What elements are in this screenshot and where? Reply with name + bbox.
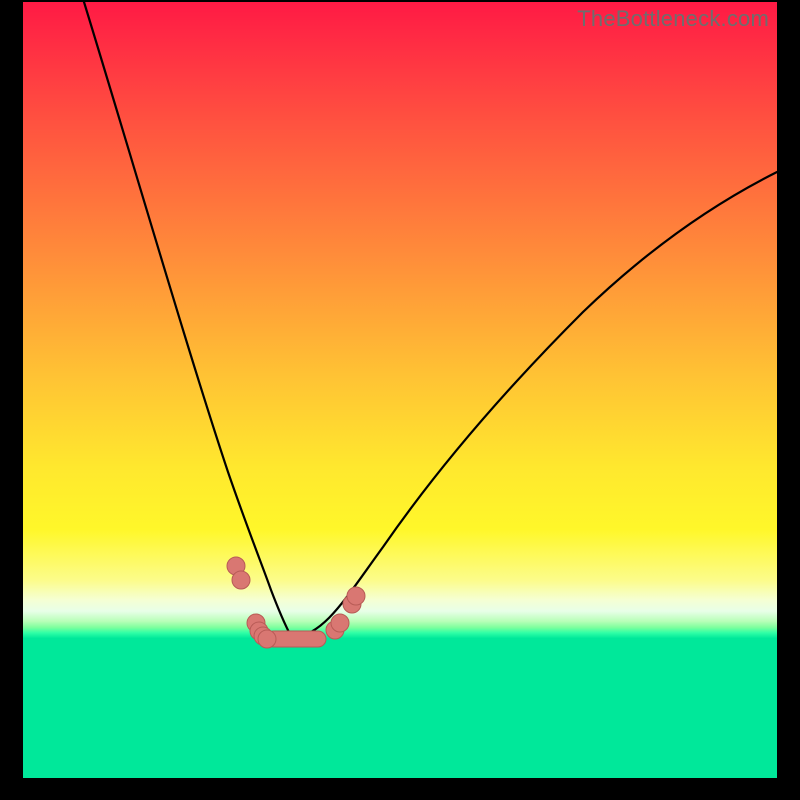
marker-dot — [258, 630, 276, 648]
marker-dot — [331, 614, 349, 632]
curve-right-branch — [292, 172, 777, 638]
marker-dot — [347, 587, 365, 605]
plot-area: TheBottleneck.com — [23, 2, 777, 778]
marker-dot — [232, 571, 250, 589]
bottleneck-curve — [23, 2, 777, 778]
curve-left-branch — [84, 2, 292, 638]
